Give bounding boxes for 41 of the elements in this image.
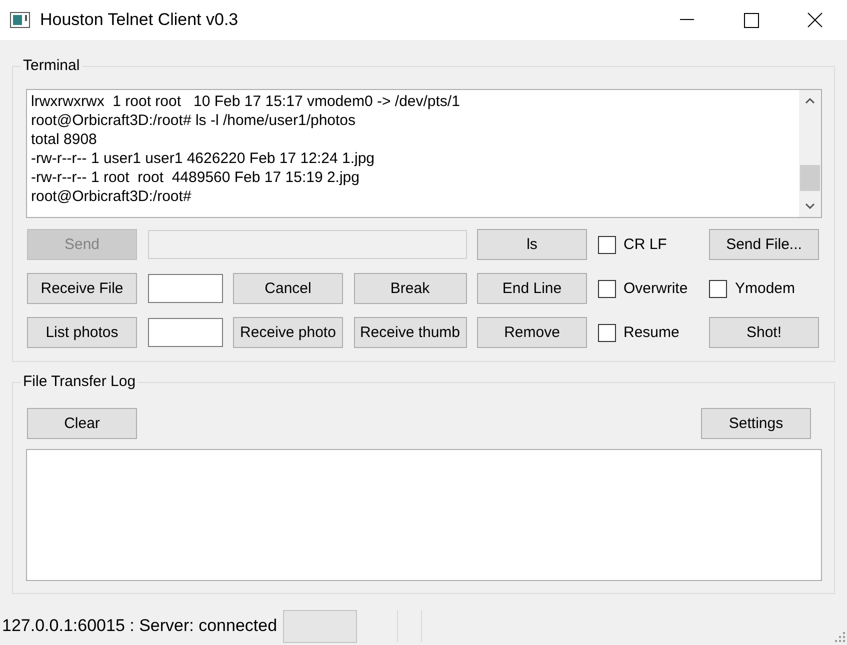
checkbox-label: Resume [624,324,680,341]
button[interactable]: Cancel [233,273,343,304]
scroll-down-icon[interactable] [805,203,815,209]
button[interactable]: ls [477,229,587,260]
app-icon [10,12,30,28]
status-text: 127.0.0.1:60015 : Server: connected [2,616,278,636]
button[interactable]: Settings [701,408,811,439]
button[interactable]: Send File... [709,229,819,260]
resize-grip-icon[interactable] [835,632,845,642]
terminal-line: root@Orbicraft3D:/root# ls -l /home/user1/photos [31,111,357,130]
checkbox[interactable] [598,280,616,298]
maximize-icon[interactable] [744,12,758,28]
minimize-icon[interactable] [680,19,694,21]
terminal-line: total 8908 [31,130,98,149]
input-field[interactable] [148,318,222,347]
button[interactable]: Receive thumb [354,317,466,348]
button[interactable]: Receive File [27,273,137,304]
button[interactable]: Shot! [709,317,819,348]
button[interactable]: Clear [27,408,137,439]
button[interactable]: Break [354,273,466,304]
terminal-line: -rw-r--r-- 1 user1 user1 4626220 Feb 17 12:24 1.jpg [31,149,376,168]
group-title: File Transfer Log [21,373,138,390]
scroll-bar[interactable] [799,90,821,217]
scroll-up-icon[interactable] [805,98,815,104]
close-icon[interactable] [807,12,823,28]
checkbox[interactable] [709,280,727,298]
scroll-thumb[interactable] [800,165,820,191]
button[interactable]: List photos [27,317,137,348]
checkbox[interactable] [598,236,616,254]
button[interactable]: Remove [477,317,587,348]
terminal-line: root@Orbicraft3D:/root# [31,187,192,206]
button[interactable]: Receive photo [233,317,343,348]
input-field[interactable] [148,274,222,303]
checkbox[interactable] [598,324,616,342]
checkbox-label: Ymodem [735,280,796,297]
button[interactable]: End Line [477,273,587,304]
checkbox-label: CR LF [624,236,667,253]
terminal-line: lrwxrwxrwx 1 root root 10 Feb 17 15:17 vmodem0 -> /dev/pts/1 [31,92,461,111]
checkbox-label: Overwrite [624,280,688,297]
terminal-line: -rw-r--r-- 1 root root 4489560 Feb 17 15:19 2.jpg [31,168,360,187]
window-title: Houston Telnet Client v0.3 [40,10,240,30]
